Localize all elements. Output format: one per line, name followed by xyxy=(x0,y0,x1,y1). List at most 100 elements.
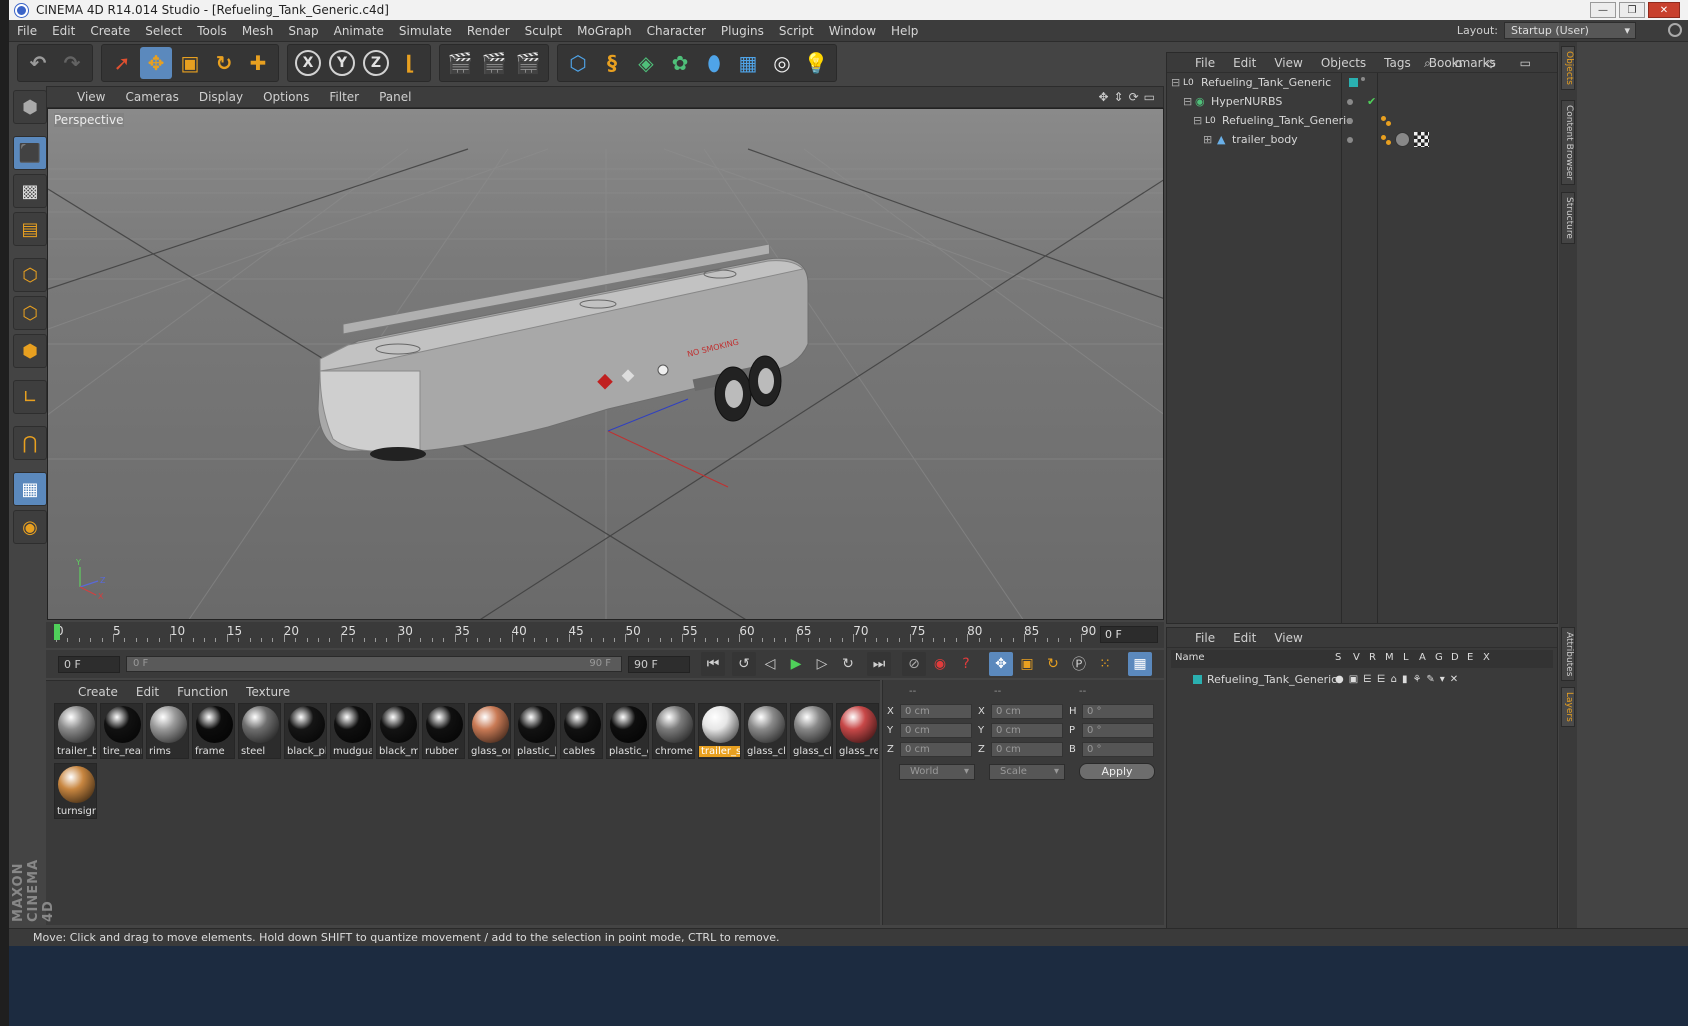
coord-type-dropdown[interactable]: Scale xyxy=(989,763,1065,780)
viewport-menu-cameras[interactable]: Cameras xyxy=(125,90,178,104)
material-menu-function[interactable]: Function xyxy=(177,685,228,699)
menu-tools[interactable]: Tools xyxy=(197,24,227,38)
layer-row[interactable]: Refueling_Tank_Generic ●▣⋿⋿⌂▮⚘✎▾✕ xyxy=(1167,670,1557,689)
material-item[interactable]: cables xyxy=(560,703,603,759)
maximize-button[interactable]: ❐ xyxy=(1619,2,1645,18)
material-item[interactable]: glass_re xyxy=(836,703,879,759)
start-frame-field[interactable]: 0 F xyxy=(58,655,120,673)
menu-simulate[interactable]: Simulate xyxy=(399,24,452,38)
x-axis-lock-icon[interactable]: X xyxy=(292,47,324,79)
tab-layers[interactable]: Layers xyxy=(1561,687,1575,727)
size-x-field[interactable]: 0 cm xyxy=(991,704,1063,719)
live-selection-icon[interactable]: ➚ xyxy=(106,47,138,79)
material-item[interactable]: glass_or xyxy=(468,703,511,759)
material-item[interactable]: black_m xyxy=(376,703,419,759)
scale-tool-icon[interactable]: ▣ xyxy=(174,47,206,79)
menu-mograph[interactable]: MoGraph xyxy=(577,24,632,38)
soft-selection-icon[interactable]: ◉ xyxy=(13,510,47,544)
tab-attributes[interactable]: Attributes xyxy=(1561,627,1575,682)
object-label[interactable]: Refueling_Tank_Generic xyxy=(1201,76,1331,89)
close-button[interactable]: ✕ xyxy=(1648,2,1680,18)
preview-range-slider[interactable]: 0 F 90 F xyxy=(126,656,622,672)
object-label[interactable]: HyperNURBS xyxy=(1211,95,1282,108)
minimize-button[interactable]: — xyxy=(1590,2,1616,18)
texture-tag-icon[interactable] xyxy=(1414,132,1429,147)
viewport-menu-filter[interactable]: Filter xyxy=(329,90,359,104)
size-y-field[interactable]: 0 cm xyxy=(991,723,1063,738)
material-item[interactable]: trailer_b xyxy=(54,703,97,759)
floor-icon[interactable]: ▦ xyxy=(732,47,764,79)
rot-p-field[interactable]: 0 ° xyxy=(1082,723,1154,738)
goto-end-icon[interactable]: ⏭ xyxy=(867,652,891,676)
material-item[interactable]: frame xyxy=(192,703,235,759)
search-icon[interactable] xyxy=(1668,23,1682,37)
expand-icon[interactable]: ⊟ xyxy=(1193,114,1202,127)
3d-viewport[interactable]: NO SMOKING Y Z X Perspective xyxy=(47,108,1164,620)
layer-label[interactable]: Refueling_Tank_Generic xyxy=(1207,673,1337,686)
pos-z-field[interactable]: 0 cm xyxy=(900,742,972,757)
menu-help[interactable]: Help xyxy=(891,24,918,38)
material-item[interactable]: glass_cl xyxy=(790,703,833,759)
coord-mode-dropdown[interactable]: World xyxy=(899,763,975,780)
object-row[interactable]: ⊟ L0 Refueling_Tank_Generic xyxy=(1167,111,1557,130)
menu-file[interactable]: File xyxy=(17,24,37,38)
expand-icon[interactable]: ⊟ xyxy=(1183,95,1192,108)
object-label[interactable]: trailer_body xyxy=(1232,133,1298,146)
viewport-menu-panel[interactable]: Panel xyxy=(379,90,411,104)
menu-character[interactable]: Character xyxy=(647,24,706,38)
apply-button[interactable]: Apply xyxy=(1079,763,1155,780)
viewport-menu-view[interactable]: View xyxy=(77,90,105,104)
pan-icon[interactable]: ✥ xyxy=(1098,90,1108,104)
material-menu-create[interactable]: Create xyxy=(78,685,118,699)
menu-render[interactable]: Render xyxy=(467,24,510,38)
timeline-scheme-icon[interactable]: ▦ xyxy=(1128,652,1152,676)
menu-animate[interactable]: Animate xyxy=(334,24,384,38)
viewport-menu-options[interactable]: Options xyxy=(263,90,309,104)
y-axis-lock-icon[interactable]: Y xyxy=(326,47,358,79)
edges-mode-icon[interactable]: ⬡ xyxy=(13,296,47,330)
auto-keying-icon[interactable]: ◉ xyxy=(928,652,952,676)
layer-menu-view[interactable]: View xyxy=(1274,631,1302,645)
key-parameter-icon[interactable]: Ⓟ xyxy=(1067,652,1091,676)
polygons-mode-icon[interactable]: ⬢ xyxy=(13,334,47,368)
object-menu-view[interactable]: View xyxy=(1274,56,1302,70)
material-item[interactable]: trailer_s xyxy=(698,703,741,759)
key-position-icon[interactable]: ✥ xyxy=(989,652,1013,676)
menu-edit[interactable]: Edit xyxy=(52,24,75,38)
tab-objects[interactable]: Objects xyxy=(1561,46,1575,91)
camera-icon[interactable]: ◎ xyxy=(766,47,798,79)
material-item[interactable]: plastic_l xyxy=(514,703,557,759)
goto-start-icon[interactable]: ⏮ xyxy=(701,652,725,676)
menu-create[interactable]: Create xyxy=(90,24,130,38)
model-mode-icon[interactable]: ⬛ xyxy=(13,136,47,170)
array-icon[interactable]: ✿ xyxy=(664,47,696,79)
object-menu-objects[interactable]: Objects xyxy=(1321,56,1366,70)
nurbs-icon[interactable]: ◈ xyxy=(630,47,662,79)
expand-icon[interactable]: ⊞ xyxy=(1203,133,1212,146)
deformer-icon[interactable]: ⬮ xyxy=(698,47,730,79)
menu-script[interactable]: Script xyxy=(779,24,814,38)
object-menu-edit[interactable]: Edit xyxy=(1233,56,1256,70)
material-menu-texture[interactable]: Texture xyxy=(246,685,290,699)
object-row[interactable]: ⊟ ◉ HyperNURBS ✔ xyxy=(1167,92,1557,111)
material-tag-icon[interactable] xyxy=(1395,132,1410,147)
object-label[interactable]: Refueling_Tank_Generic xyxy=(1222,114,1352,127)
material-item[interactable]: chrome xyxy=(652,703,695,759)
size-z-field[interactable]: 0 cm xyxy=(991,742,1063,757)
render-view-icon[interactable]: 🎬 xyxy=(444,47,476,79)
recent-tools-icon[interactable]: ✚ xyxy=(242,47,274,79)
menu-mesh[interactable]: Mesh xyxy=(242,24,274,38)
rot-b-field[interactable]: 0 ° xyxy=(1082,742,1154,757)
points-mode-icon[interactable]: ⬡ xyxy=(13,258,47,292)
orbit-icon[interactable]: ⟳ xyxy=(1129,90,1139,104)
menu-sculpt[interactable]: Sculpt xyxy=(525,24,562,38)
cube-object-icon[interactable]: ⬡ xyxy=(562,47,594,79)
texture-mode-icon[interactable]: ▩ xyxy=(13,174,47,208)
pos-x-field[interactable]: 0 cm xyxy=(900,704,972,719)
menu-plugins[interactable]: Plugins xyxy=(721,24,764,38)
object-menu-file[interactable]: File xyxy=(1195,56,1215,70)
make-editable-icon[interactable]: ⬢ xyxy=(13,90,47,124)
material-item[interactable]: tire_rear xyxy=(100,703,143,759)
play-icon[interactable]: ▶ xyxy=(784,652,808,676)
undo-icon[interactable]: ↶ xyxy=(22,47,54,79)
